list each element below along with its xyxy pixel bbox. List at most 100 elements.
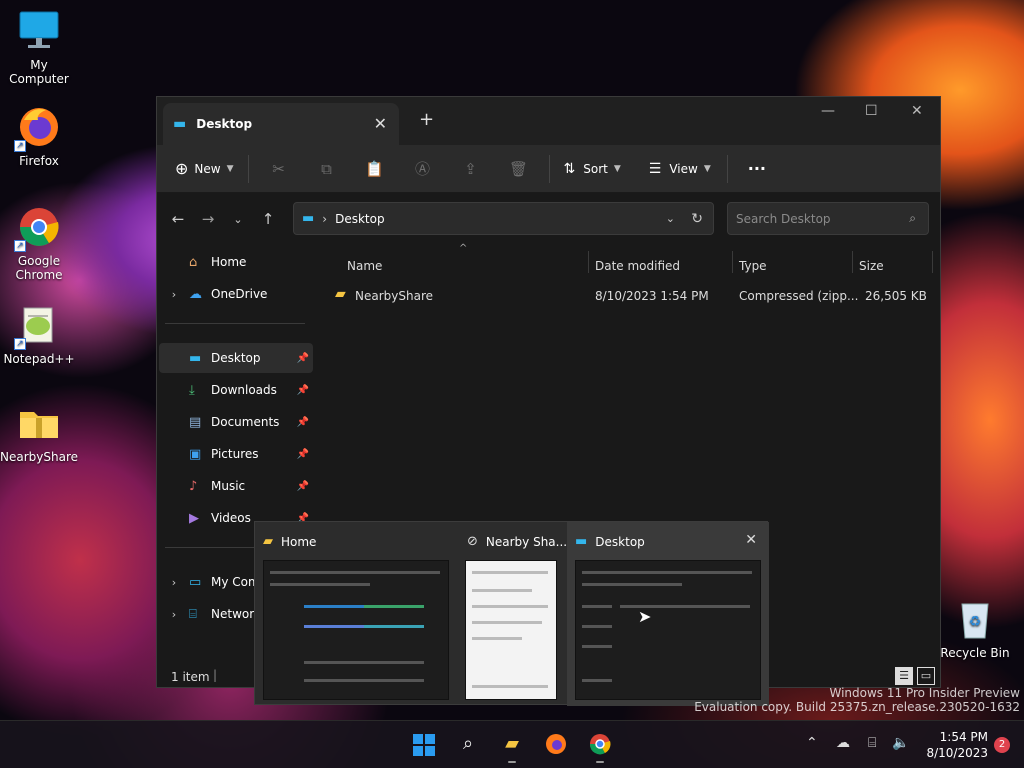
plus-circle-icon: ⊕: [175, 159, 189, 178]
file-size: 26,505 KB: [865, 289, 927, 303]
desktop-folder-icon: ▬: [173, 116, 187, 132]
chevron-right-icon[interactable]: ›: [159, 288, 189, 301]
file-explorer-taskbar-icon[interactable]: ▰: [498, 733, 526, 763]
clock[interactable]: 1:54 PM 8/10/2023: [926, 729, 988, 761]
search-icon[interactable]: ⌕: [909, 211, 916, 226]
refresh-icon[interactable]: ↻: [691, 211, 703, 227]
chrome-icon: [589, 734, 611, 755]
table-row[interactable]: ▰ NearbyShare 8/10/2023 1:54 PM Compress…: [327, 281, 937, 309]
close-thumbnail-icon[interactable]: ✕: [745, 532, 757, 548]
start-button[interactable]: [410, 733, 438, 757]
view-button[interactable]: ☰ View ▼: [649, 161, 711, 177]
chevron-right-icon[interactable]: ›: [159, 608, 189, 621]
desktop-icon-label: Firefox: [19, 154, 59, 168]
thumbnail-nearby-share[interactable]: ⊘ Nearby Sha...: [459, 522, 568, 706]
tiles-view-icon[interactable]: ▭: [917, 667, 935, 685]
nav-item-pictures[interactable]: ▣ Pictures 📌: [159, 439, 313, 469]
firefox-icon: ↗: [14, 104, 62, 152]
close-window-icon[interactable]: ✕: [911, 103, 923, 119]
minimize-icon[interactable]: —: [821, 103, 835, 119]
chevron-down-icon: ▼: [226, 163, 234, 174]
cloud-offline-icon[interactable]: ☁: [836, 735, 850, 751]
pin-icon[interactable]: 📌: [297, 417, 309, 428]
volume-icon[interactable]: 🔈: [892, 735, 909, 751]
details-view-icon[interactable]: ☰: [895, 667, 913, 685]
desktop-icon-nearbyshare[interactable]: NearbyShare: [0, 400, 78, 464]
network-icon[interactable]: ⌸: [868, 735, 876, 751]
forward-arrow-icon[interactable]: →: [193, 210, 223, 228]
clock-time: 1:54 PM: [939, 730, 988, 744]
thumbnail-title: Desktop: [595, 534, 645, 549]
chevron-down-icon[interactable]: ⌄: [666, 212, 675, 225]
picture-icon: ▣: [189, 446, 202, 462]
notification-badge[interactable]: 2: [994, 737, 1010, 753]
desktop-folder-icon: ▬: [575, 534, 588, 549]
view-icon: ☰: [648, 160, 662, 177]
status-divider: |: [213, 668, 218, 682]
item-count: 1 item: [171, 670, 210, 684]
nav-item-documents[interactable]: ▤ Documents 📌: [159, 407, 313, 437]
column-header-name[interactable]: Name: [347, 259, 382, 273]
nav-item-downloads[interactable]: ⤓ Downloads 📌: [159, 375, 313, 405]
tab-desktop[interactable]: ▬ Desktop ✕: [163, 103, 399, 145]
recycle-bin-icon: ♻: [952, 596, 998, 642]
watermark-build: Evaluation copy. Build 25375.zn_release.…: [694, 700, 1020, 714]
more-options-icon[interactable]: ···: [748, 159, 766, 178]
file-name: NearbyShare: [355, 289, 433, 303]
desktop-icon-google-chrome[interactable]: ↗ Google Chrome: [0, 204, 78, 282]
music-icon: ♪: [189, 478, 198, 494]
firefox-taskbar-icon[interactable]: [542, 733, 570, 757]
chrome-icon: ↗: [14, 204, 62, 252]
address-row: ← → ⌄ ↑ ▬ › Desktop ⌄ ↻ ⌕: [157, 193, 940, 245]
windows-watermark: Windows 11 Pro Insider Preview Evaluatio…: [694, 686, 1020, 714]
sort-button[interactable]: ⇅ Sort ▼: [564, 161, 621, 177]
thumbnail-desktop[interactable]: ▬ Desktop ✕ ➤: [567, 522, 769, 706]
nav-item-music[interactable]: ♪ Music 📌: [159, 471, 313, 501]
copy-icon[interactable]: ⧉: [303, 160, 351, 178]
desktop-icon-notepad-plus-plus[interactable]: ↗ Notepad++: [0, 302, 78, 366]
pin-icon[interactable]: 📌: [297, 481, 309, 492]
desktop-icon-label: NearbyShare: [0, 450, 78, 464]
thumbnail-home[interactable]: ▰ Home: [255, 522, 457, 706]
back-arrow-icon[interactable]: ←: [163, 210, 193, 228]
close-tab-icon[interactable]: ✕: [374, 114, 387, 133]
zip-folder-icon: ▰: [335, 286, 346, 302]
search-input[interactable]: [736, 211, 896, 226]
recent-locations-chevron-icon[interactable]: ⌄: [223, 213, 253, 226]
breadcrumb-desktop[interactable]: Desktop: [335, 212, 385, 226]
pin-icon[interactable]: 📌: [297, 449, 309, 460]
up-arrow-icon[interactable]: ↑: [253, 210, 283, 228]
address-bar[interactable]: ▬ › Desktop ⌄ ↻: [293, 202, 714, 235]
paste-icon[interactable]: 📋: [351, 160, 399, 178]
thumbnail-title: Nearby Sha...: [485, 534, 568, 549]
document-icon: ▤: [189, 414, 202, 430]
column-header-size[interactable]: Size: [859, 259, 884, 273]
thumbnail-image: [263, 560, 449, 700]
desktop-icon-firefox[interactable]: ↗ Firefox: [0, 104, 78, 168]
pin-icon[interactable]: 📌: [297, 353, 309, 364]
column-header-type[interactable]: Type: [739, 259, 767, 273]
share-icon[interactable]: ⇪: [447, 160, 495, 178]
nav-item-label: OneDrive: [211, 287, 268, 301]
new-tab-icon[interactable]: +: [419, 109, 434, 130]
nav-item-desktop[interactable]: ▬ Desktop 📌: [159, 343, 313, 373]
desktop-icon-my-computer[interactable]: My Computer: [0, 8, 78, 86]
desktop-icon-recycle-bin[interactable]: ♻ Recycle Bin: [936, 596, 1014, 660]
show-hidden-icons-chevron-icon[interactable]: ⌃: [806, 735, 818, 751]
chevron-right-icon[interactable]: ›: [159, 576, 189, 589]
cut-icon[interactable]: ✂: [255, 160, 303, 178]
download-icon: ⤓: [189, 382, 195, 398]
search-icon[interactable]: ⌕: [454, 733, 482, 757]
new-button[interactable]: ⊕ New ▼: [175, 159, 234, 178]
column-header-date-modified[interactable]: Date modified: [595, 259, 680, 273]
search-box[interactable]: ⌕: [727, 202, 929, 235]
folder-icon: ▰: [263, 534, 273, 549]
nav-item-onedrive[interactable]: › ☁ OneDrive: [159, 279, 313, 309]
nav-item-home[interactable]: ⌂ Home: [159, 247, 313, 277]
monitor-icon: ▭: [189, 574, 202, 590]
maximize-icon[interactable]: ☐: [865, 103, 878, 119]
rename-icon[interactable]: Ⓐ: [399, 158, 447, 179]
pin-icon[interactable]: 📌: [297, 385, 309, 396]
chrome-taskbar-icon[interactable]: [586, 733, 614, 763]
delete-icon[interactable]: 🗑: [495, 160, 543, 178]
